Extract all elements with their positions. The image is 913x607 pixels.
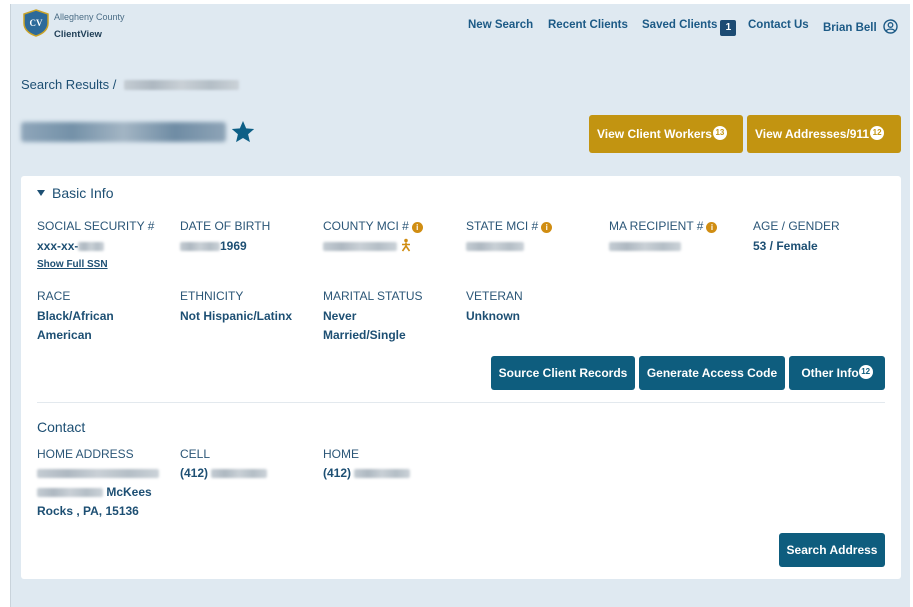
cell-value: (412) <box>180 464 268 483</box>
view-addresses-button[interactable]: View Addresses/911 12 <box>747 115 901 153</box>
home-phone-label: HOME <box>323 447 359 461</box>
other-info-count: 12 <box>858 365 873 379</box>
user-menu[interactable]: Brian Bell <box>823 19 898 34</box>
age-gender-label: AGE / GENDER <box>753 219 840 233</box>
svg-text:CV: CV <box>30 18 43 28</box>
view-addresses-label: View Addresses/911 <box>755 127 870 141</box>
source-client-records-button[interactable]: Source Client Records <box>491 356 635 390</box>
caret-down-icon <box>37 190 45 196</box>
county-mci-label: COUNTY MCI # i <box>323 219 423 233</box>
county-mci-label-text: COUNTY MCI # <box>323 219 409 233</box>
breadcrumb-client-redacted <box>124 80 240 90</box>
home-address-value: McKees Rocks , PA, 15136 <box>37 464 161 521</box>
county-mci-redacted <box>323 242 397 251</box>
info-icon[interactable]: i <box>541 222 553 233</box>
race-value: Black/African American <box>37 309 114 342</box>
age-gender-value: 53 / Female <box>753 239 818 253</box>
info-icon[interactable]: i <box>411 222 423 233</box>
state-mci-label: STATE MCI # i <box>466 219 553 233</box>
home-area-code: (412) <box>323 466 352 480</box>
race-label: RACE <box>37 289 71 303</box>
county-mci-value <box>323 237 412 256</box>
veteran-value: Unknown <box>466 309 520 323</box>
view-client-workers-label: View Client Workers <box>597 127 712 141</box>
basic-info-toggle[interactable]: Basic Info <box>37 185 113 201</box>
ma-recipient-redacted <box>609 242 681 251</box>
veteran-label: VETERAN <box>466 289 523 303</box>
ma-recipient-label: MA RECIPIENT # i <box>609 219 718 233</box>
breadcrumb-search-results[interactable]: Search Results <box>21 77 109 92</box>
client-details-card: Basic Info SOCIAL SECURITY # xxx-xx- Sho… <box>21 176 901 579</box>
user-circle-icon <box>883 19 898 34</box>
ethnicity-value: Not Hispanic/Latinx <box>180 309 293 323</box>
other-info-label: Other Info <box>801 366 859 380</box>
county-name: Allegheny County <box>54 12 125 22</box>
star-icon[interactable] <box>230 119 256 145</box>
address-street-redacted <box>37 488 103 497</box>
saved-count-badge: 1 <box>720 20 737 36</box>
generate-access-code-button[interactable]: Generate Access Code <box>639 356 785 390</box>
home-number-redacted <box>354 469 411 478</box>
ma-recipient-value <box>609 237 681 256</box>
state-mci-label-text: STATE MCI # <box>466 219 539 233</box>
ssn-label: SOCIAL SECURITY # <box>37 219 155 233</box>
breadcrumb: Search Results / <box>21 77 240 92</box>
basic-info-title: Basic Info <box>52 185 114 201</box>
ethnicity-label: ETHNICITY <box>180 289 244 303</box>
other-info-button[interactable]: Other Info 12 <box>789 356 885 390</box>
home-address-label: HOME ADDRESS <box>37 447 134 461</box>
state-mci-value <box>466 237 524 256</box>
dob-label: DATE OF BIRTH <box>180 219 271 233</box>
state-mci-redacted <box>466 242 524 251</box>
dob-redacted <box>180 242 220 251</box>
app-window: CV Allegheny County ClientView New Searc… <box>10 4 910 607</box>
top-nav: CV Allegheny County ClientView New Searc… <box>11 4 911 50</box>
user-name: Brian Bell <box>823 22 877 34</box>
person-link-icon[interactable] <box>400 238 412 252</box>
marital-status-label: MARITAL STATUS <box>323 289 423 303</box>
section-divider <box>37 402 885 403</box>
nav-contact-us[interactable]: Contact Us <box>748 19 809 31</box>
cell-area-code: (412) <box>180 466 209 480</box>
dob-year: 1969 <box>220 239 247 253</box>
app-name: ClientView <box>54 29 102 40</box>
breadcrumb-separator: / <box>112 77 117 92</box>
ma-recipient-label-text: MA RECIPIENT # <box>609 219 704 233</box>
marital-status-value: Never Married/Single <box>323 309 406 342</box>
saved-clients-label: Saved Clients <box>642 19 718 31</box>
client-workers-count: 13 <box>712 126 727 140</box>
view-client-workers-button[interactable]: View Client Workers 13 <box>589 115 743 153</box>
client-name-redacted <box>21 122 226 142</box>
cell-label: CELL <box>180 447 211 461</box>
nav-new-search[interactable]: New Search <box>468 19 533 31</box>
search-address-button[interactable]: Search Address <box>779 533 885 567</box>
dob-value: 1969 <box>180 237 247 256</box>
show-full-ssn-link[interactable]: Show Full SSN <box>37 259 108 270</box>
address-line-redacted <box>37 469 159 478</box>
shield-logo-icon[interactable]: CV <box>23 9 49 37</box>
contact-title: Contact <box>37 419 86 435</box>
ssn-redacted <box>78 242 105 251</box>
addresses-count: 12 <box>870 126 885 140</box>
ssn-masked: xxx-xx- <box>37 239 79 253</box>
info-icon[interactable]: i <box>706 222 718 233</box>
nav-recent-clients[interactable]: Recent Clients <box>548 19 628 31</box>
cell-number-redacted <box>211 469 268 478</box>
nav-saved-clients[interactable]: Saved Clients 1 <box>642 19 737 36</box>
home-phone-value: (412) <box>323 464 411 483</box>
ssn-value: xxx-xx- <box>37 237 105 256</box>
